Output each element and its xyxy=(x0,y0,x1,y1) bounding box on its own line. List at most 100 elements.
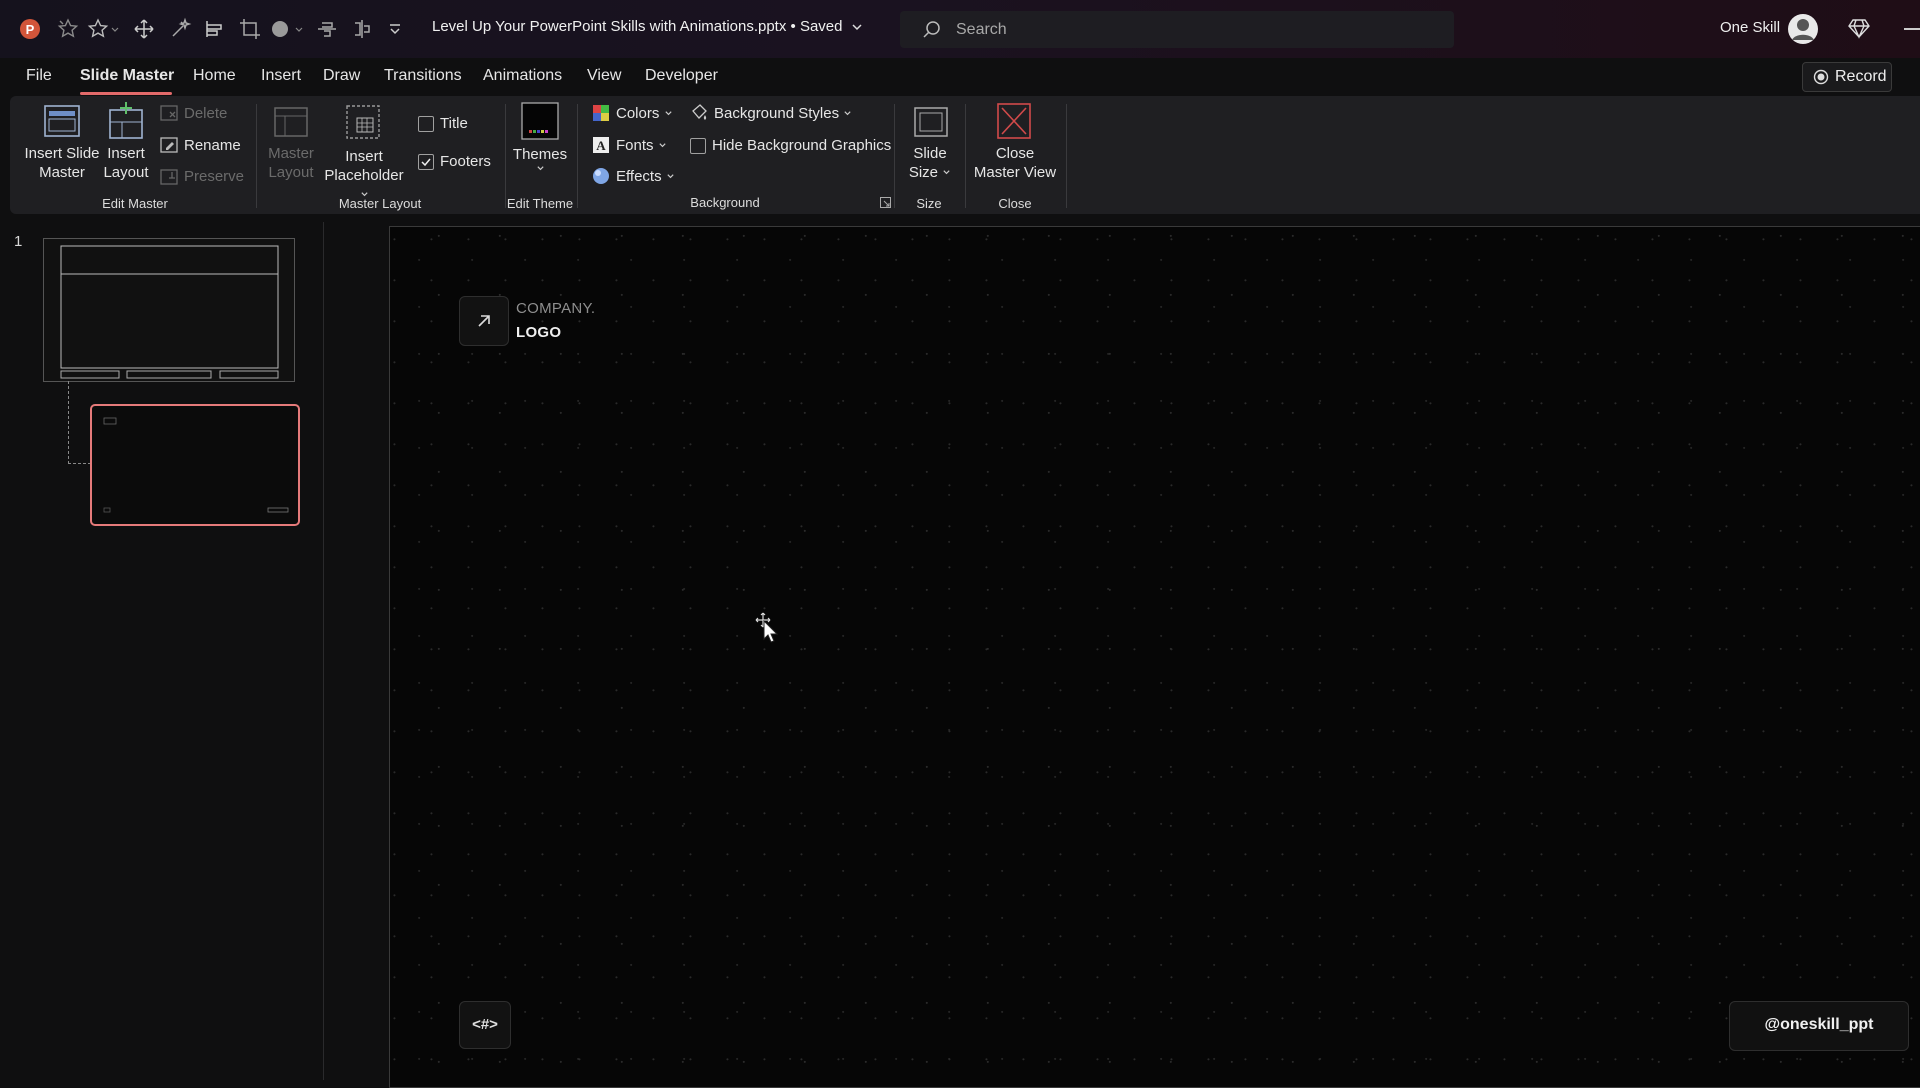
group-label-edit-theme: Edit Theme xyxy=(506,196,574,211)
ribbon-separator xyxy=(1066,104,1067,208)
group-label-master-layout: Master Layout xyxy=(338,196,422,211)
move-cursor-icon xyxy=(754,611,780,643)
quick-access-distribute-icon[interactable] xyxy=(315,17,339,41)
customize-quick-access-icon[interactable] xyxy=(387,17,411,41)
footers-checkbox-label: Footers xyxy=(440,153,491,170)
insert-layout-button[interactable]: Insert Layout xyxy=(100,144,152,182)
active-tab-indicator xyxy=(80,92,172,95)
hide-background-graphics-label: Hide Background Graphics xyxy=(712,137,892,154)
group-label-background: Background xyxy=(690,195,760,210)
chevron-down-icon xyxy=(664,109,673,118)
ribbon-separator xyxy=(577,104,578,208)
master-layout-preview xyxy=(60,245,279,379)
document-title-text: Level Up Your PowerPoint Skills with Ani… xyxy=(432,18,843,35)
chevron-down-icon xyxy=(658,141,667,150)
avatar[interactable] xyxy=(1787,13,1819,45)
quick-access-group-icon[interactable] xyxy=(350,17,374,41)
themes-icon xyxy=(521,102,559,140)
checkmark-icon xyxy=(421,158,431,167)
chevron-down-icon xyxy=(666,172,675,181)
document-title[interactable]: Level Up Your PowerPoint Skills with Ani… xyxy=(432,18,863,35)
group-label-close: Close xyxy=(998,196,1032,211)
chevron-down-icon xyxy=(843,109,852,118)
close-master-view-button[interactable]: Close Master View xyxy=(970,144,1060,182)
slide-size-label-1: Slide xyxy=(913,145,947,162)
pane-divider xyxy=(323,222,324,1080)
quick-access-magic-icon[interactable] xyxy=(168,17,192,41)
company-logo-line2[interactable]: LOGO xyxy=(516,324,561,341)
insert-layout-icon xyxy=(108,102,144,140)
chevron-down-icon xyxy=(942,168,951,177)
master-layout-label-1: Master xyxy=(268,145,314,162)
minimize-icon[interactable] xyxy=(1904,28,1920,30)
insert-layout-label-1: Insert xyxy=(107,145,145,162)
title-bar: P Level Up Your PowerPoint Skills with A… xyxy=(0,0,1920,58)
diamond-icon[interactable] xyxy=(1848,17,1870,39)
colors-label: Colors xyxy=(616,105,660,122)
layout-connector xyxy=(68,381,91,464)
record-icon xyxy=(1813,69,1829,85)
background-styles-button[interactable]: Background Styles xyxy=(714,105,852,122)
preserve-button[interactable]: Preserve xyxy=(184,168,244,185)
quick-access-star-outline-icon[interactable] xyxy=(86,17,119,41)
master-layout-button[interactable]: Master Layout xyxy=(263,144,319,182)
record-label: Record xyxy=(1835,68,1887,85)
quick-access-shape-icon[interactable] xyxy=(270,17,303,41)
rename-button[interactable]: Rename xyxy=(184,137,241,154)
dialog-launcher-icon[interactable] xyxy=(880,197,891,208)
close-master-view-icon xyxy=(996,102,1032,140)
master-slide-thumbnail[interactable] xyxy=(43,238,295,382)
menu-bar: File Slide Master Home Insert Draw Trans… xyxy=(0,58,1920,96)
effects-button[interactable]: Effects xyxy=(616,168,675,185)
title-checkbox[interactable] xyxy=(418,116,434,132)
tab-developer[interactable]: Developer xyxy=(645,67,718,85)
search-box[interactable]: Search xyxy=(900,11,1454,48)
ribbon-separator xyxy=(256,104,257,208)
quick-access-move-icon[interactable] xyxy=(132,17,156,41)
fonts-icon: A xyxy=(592,136,610,154)
tab-file[interactable]: File xyxy=(26,67,52,85)
hide-background-graphics-checkbox[interactable] xyxy=(690,138,706,154)
tab-insert[interactable]: Insert xyxy=(261,67,301,85)
company-logo-line1[interactable]: COMPANY. xyxy=(516,300,595,317)
ribbon-separator xyxy=(965,104,966,208)
tab-draw[interactable]: Draw xyxy=(323,67,360,85)
delete-icon xyxy=(160,104,178,122)
tab-view[interactable]: View xyxy=(587,67,621,85)
group-label-edit-master: Edit Master xyxy=(102,196,168,211)
master-layout-label-2: Layout xyxy=(268,164,314,181)
footer-handle-placeholder[interactable]: @oneskill_ppt xyxy=(1729,1001,1909,1051)
effects-label: Effects xyxy=(616,168,662,185)
user-name[interactable]: One Skill xyxy=(1720,19,1780,36)
themes-button[interactable]: Themes xyxy=(510,145,570,173)
svg-text:P: P xyxy=(26,22,35,37)
rename-icon xyxy=(160,136,178,154)
footer-handle-text: @oneskill_ppt xyxy=(1764,1016,1874,1033)
background-styles-label: Background Styles xyxy=(714,105,840,122)
tab-home[interactable]: Home xyxy=(193,67,236,85)
colors-button[interactable]: Colors xyxy=(616,105,673,122)
quick-access-crop-icon[interactable] xyxy=(238,17,262,41)
fonts-button[interactable]: Fonts xyxy=(616,137,667,154)
layout-slide-thumbnail[interactable] xyxy=(90,404,300,526)
slide-size-button[interactable]: Slide Size xyxy=(898,144,962,182)
logo-placeholder[interactable] xyxy=(459,296,509,346)
insert-placeholder-icon xyxy=(345,104,381,140)
insert-slide-master-button[interactable]: Insert Slide Master xyxy=(22,144,102,182)
slide-canvas[interactable]: COMPANY. LOGO <#> @oneskill_ppt xyxy=(389,226,1920,1088)
footers-checkbox[interactable] xyxy=(418,154,434,170)
tab-animations[interactable]: Animations xyxy=(483,67,562,85)
quick-access-star-icon[interactable] xyxy=(56,17,80,41)
title-checkbox-label: Title xyxy=(440,115,468,132)
delete-button[interactable]: Delete xyxy=(184,105,227,122)
slide-size-label-2-wrap: Size xyxy=(898,163,962,182)
ribbon-separator xyxy=(894,104,895,208)
slide-number-placeholder[interactable]: <#> xyxy=(459,1001,511,1049)
quick-access-align-icon[interactable] xyxy=(203,17,227,41)
powerpoint-app-icon[interactable]: P xyxy=(18,17,42,41)
tab-transitions[interactable]: Transitions xyxy=(384,67,462,85)
tab-slide-master[interactable]: Slide Master xyxy=(80,67,174,85)
close-master-view-label-1: Close xyxy=(995,145,1035,162)
record-button[interactable]: Record xyxy=(1802,62,1892,92)
group-label-size: Size xyxy=(916,196,942,211)
